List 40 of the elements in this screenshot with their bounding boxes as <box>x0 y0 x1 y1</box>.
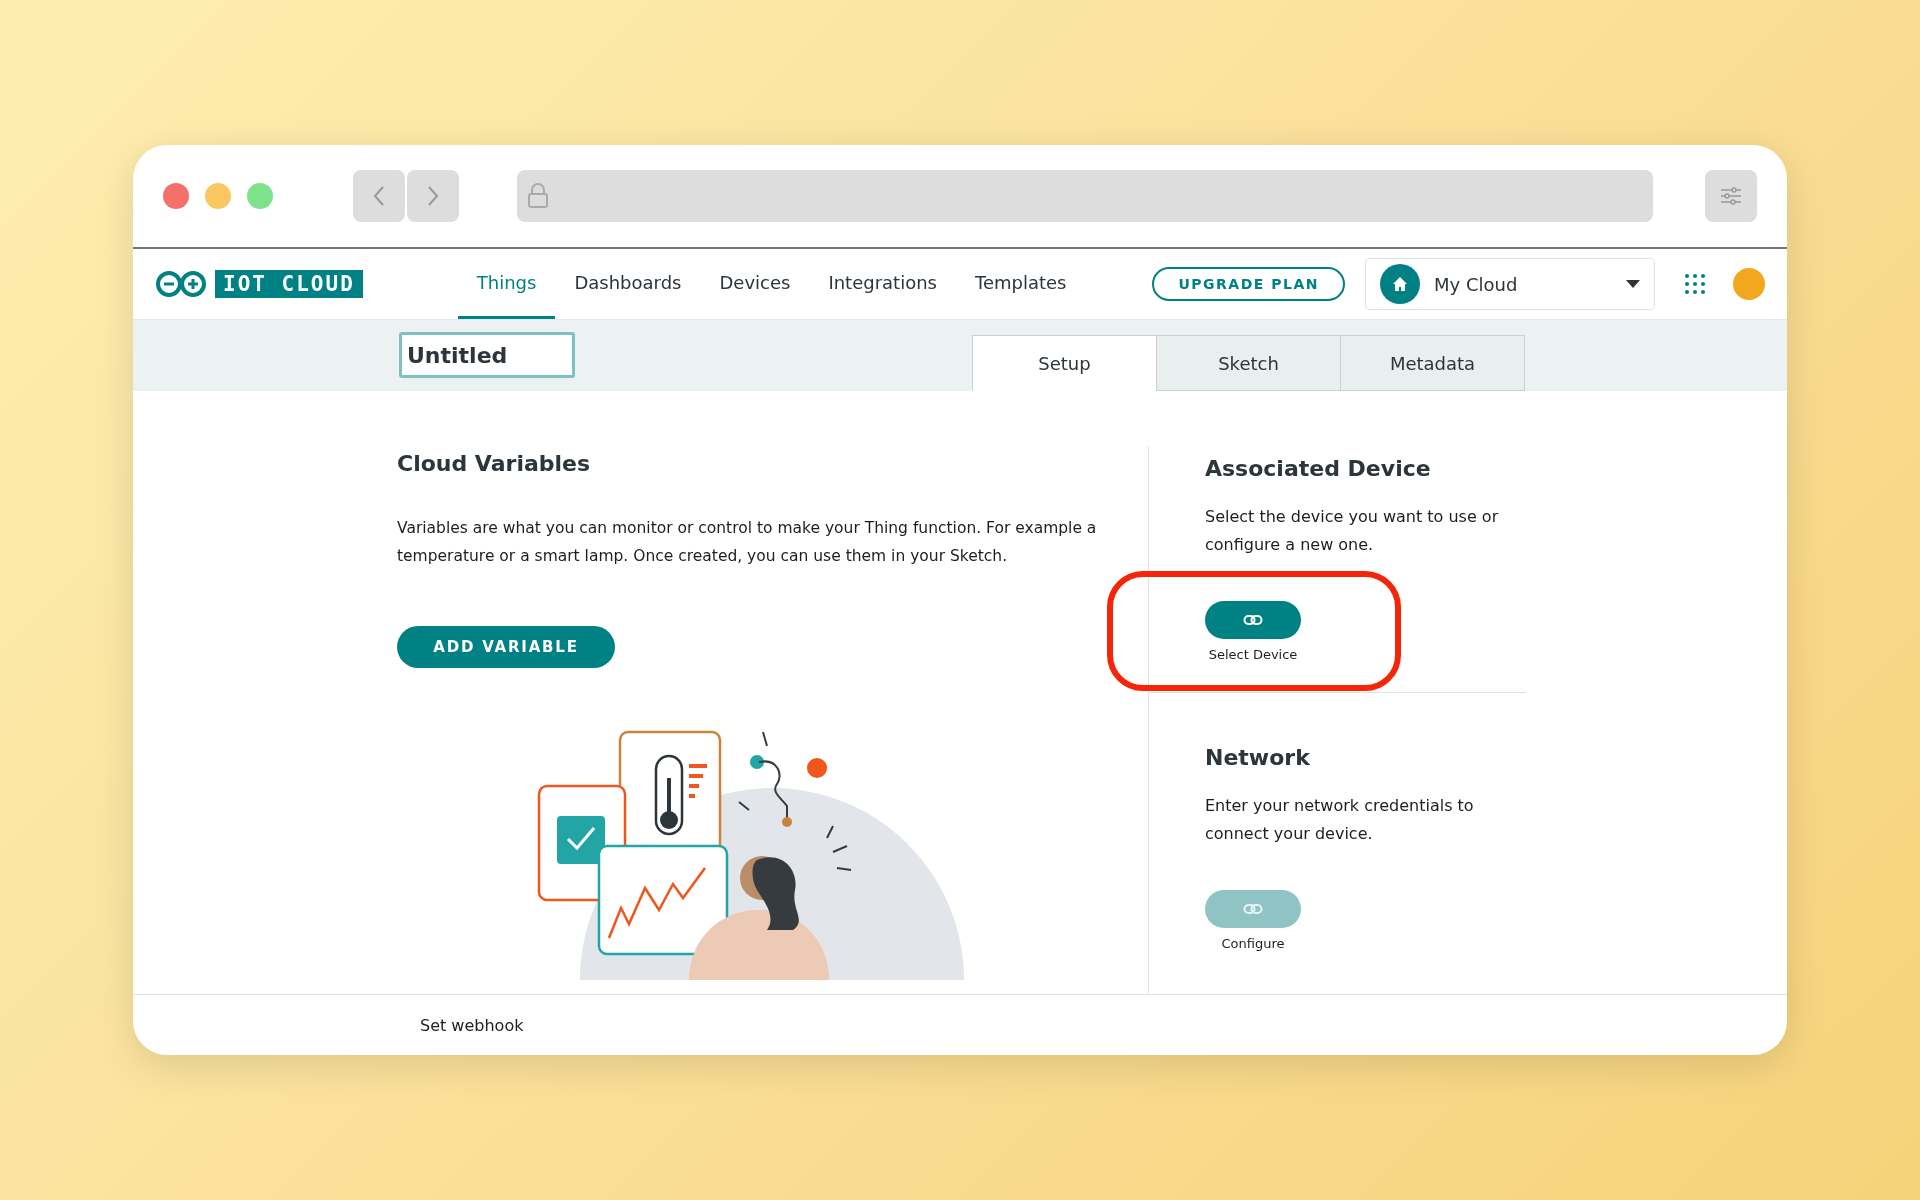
back-button[interactable] <box>353 170 405 222</box>
upgrade-plan-button[interactable]: UPGRADE PLAN <box>1152 267 1345 301</box>
avatar[interactable] <box>1733 268 1765 300</box>
link-button[interactable] <box>1205 601 1301 639</box>
lock-icon <box>527 183 549 209</box>
tab[interactable]: Metadata <box>1340 335 1525 391</box>
address-bar[interactable] <box>517 170 1653 222</box>
nav-tab[interactable]: Integrations <box>809 249 956 319</box>
thing-name-field[interactable]: Untitled <box>399 332 575 378</box>
chevron-left-icon <box>372 185 386 207</box>
link-icon <box>1243 903 1263 915</box>
maximize-dot[interactable] <box>247 183 273 209</box>
nav-tab[interactable]: Devices <box>700 249 810 319</box>
minimize-dot[interactable] <box>205 183 231 209</box>
close-dot[interactable] <box>163 183 189 209</box>
add-variable-button[interactable]: ADD VARIABLE <box>397 626 615 668</box>
logo-text: IOT CLOUD <box>215 270 363 298</box>
link-icon <box>1243 614 1263 626</box>
caret-icon <box>1626 280 1640 288</box>
section-description: Select the device you want to use or configure a new one. <box>1205 506 1500 556</box>
infinity-logo-icon <box>155 270 207 298</box>
button-label: Configure <box>1221 936 1285 951</box>
settings-button[interactable] <box>1705 170 1757 222</box>
button-label: Select Device <box>1208 647 1298 662</box>
nav-tab[interactable]: Templates <box>955 249 1086 319</box>
section-title: Associated Device <box>1205 456 1432 481</box>
webhook-link[interactable]: Set webhook <box>420 1015 524 1035</box>
sliders-icon <box>1719 186 1743 206</box>
nav-tab[interactable]: Dashboards <box>555 249 701 319</box>
tab[interactable]: Setup <box>972 335 1157 391</box>
space-selector[interactable]: My Cloud <box>1365 258 1655 310</box>
section-title: Network <box>1205 745 1311 770</box>
section-description: Enter your network credentials to connect your device. <box>1205 795 1475 845</box>
section-title: Cloud Variables <box>397 451 592 476</box>
section-description: Variables are what you can monitor or control to make your Thing function. For example a temperature or a smart lamp. Once created, you can use them in your Sketch. <box>397 518 1098 567</box>
home-icon <box>1380 264 1420 304</box>
tab[interactable]: Sketch <box>1156 335 1341 391</box>
chevron-right-icon <box>426 185 440 207</box>
apps-grid-icon[interactable] <box>1685 274 1705 294</box>
forward-button[interactable] <box>407 170 459 222</box>
